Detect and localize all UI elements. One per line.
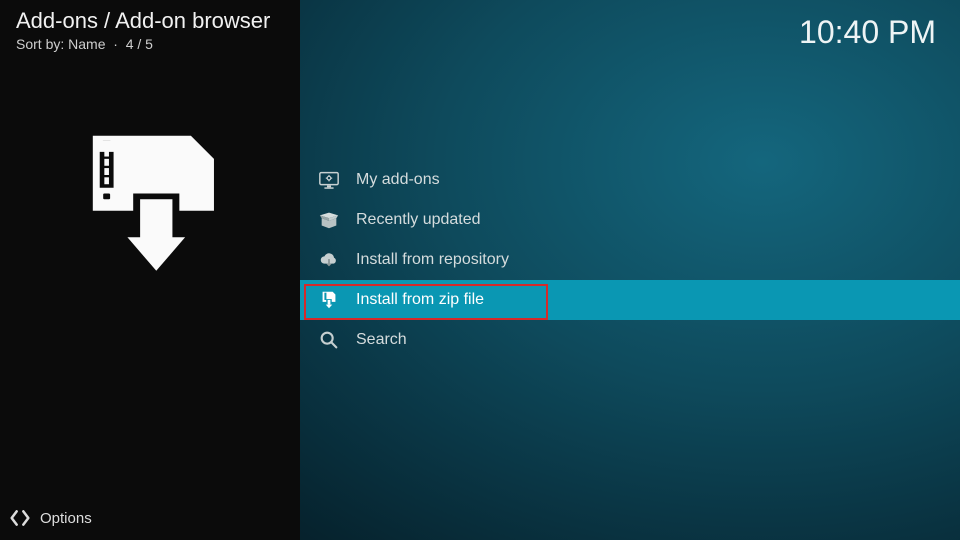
side-panel: Add-ons / Add-on browser Sort by: Name ·… — [0, 0, 300, 540]
menu-item-my-addons[interactable]: My add-ons — [300, 160, 960, 200]
cloud-download-icon — [316, 247, 342, 273]
menu-item-label: Install from zip file — [356, 291, 484, 309]
menu-item-install-from-zip[interactable]: Install from zip file — [300, 280, 960, 320]
menu-list: My add-ons Recently updated — [300, 160, 960, 360]
clock: 10:40 PM — [799, 14, 936, 51]
item-count: 4 / 5 — [126, 36, 153, 52]
breadcrumb: Add-ons / Add-on browser — [16, 8, 270, 34]
zip-download-icon — [316, 287, 342, 313]
menu-item-label: Recently updated — [356, 211, 481, 229]
separator: · — [109, 36, 121, 52]
sort-status: Sort by: Name · 4 / 5 — [16, 36, 153, 52]
menu-item-label: Install from repository — [356, 251, 509, 269]
sort-label: Sort by: Name — [16, 36, 105, 52]
menu-item-label: My add-ons — [356, 171, 440, 189]
search-icon — [316, 327, 342, 353]
menu-item-search[interactable]: Search — [300, 320, 960, 360]
options-label: Options — [40, 510, 92, 527]
menu-item-install-from-repository[interactable]: Install from repository — [300, 240, 960, 280]
content-panel: 10:40 PM My add-ons — [300, 0, 960, 540]
menu-item-label: Search — [356, 331, 407, 349]
category-icon — [78, 130, 223, 280]
options-button[interactable]: Options — [10, 508, 92, 528]
monitor-icon — [316, 167, 342, 193]
open-box-icon — [316, 207, 342, 233]
menu-item-recently-updated[interactable]: Recently updated — [300, 200, 960, 240]
options-icon — [10, 508, 30, 528]
